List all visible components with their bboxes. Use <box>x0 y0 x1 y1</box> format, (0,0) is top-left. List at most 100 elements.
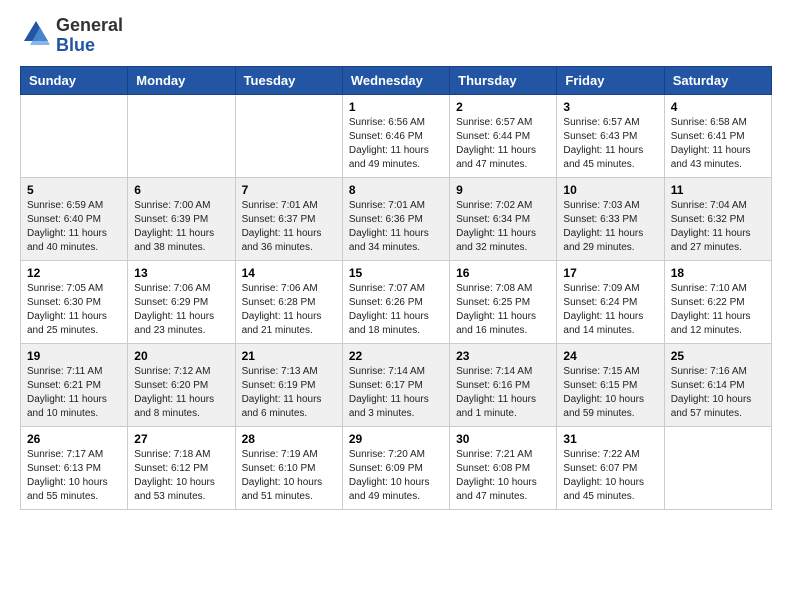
day-number: 14 <box>242 266 336 280</box>
calendar-day-cell: 23 Sunrise: 7:14 AM Sunset: 6:16 PM Dayli… <box>450 343 557 426</box>
day-of-week-header: Friday <box>557 66 664 94</box>
day-number: 6 <box>134 183 228 197</box>
calendar-week-row: 12 Sunrise: 7:05 AM Sunset: 6:30 PM Dayli… <box>21 260 772 343</box>
day-info: Sunrise: 7:05 AM Sunset: 6:30 PM Dayligh… <box>27 282 121 338</box>
calendar-day-cell: 25Sunrise: 7:16 AM Sunset: 6:14 PM Dayli… <box>664 343 771 426</box>
calendar-empty-cell <box>235 94 342 177</box>
day-number: 2 <box>456 100 550 114</box>
calendar-day-cell: 10 Sunrise: 7:03 AM Sunset: 6:33 PM Dayli… <box>557 177 664 260</box>
calendar-day-cell: 27 Sunrise: 7:18 AM Sunset: 6:12 PM Dayli… <box>128 426 235 509</box>
day-number: 8 <box>349 183 443 197</box>
day-info: Sunrise: 7:01 AM Sunset: 6:37 PM Dayligh… <box>242 199 336 255</box>
day-number: 26 <box>27 432 121 446</box>
day-info: Sunrise: 7:08 AM Sunset: 6:25 PM Dayligh… <box>456 282 550 338</box>
day-info: Sunrise: 6:57 AM Sunset: 6:44 PM Dayligh… <box>456 116 550 172</box>
calendar-day-cell: 15Sunrise: 7:07 AM Sunset: 6:26 PM Dayli… <box>342 260 449 343</box>
day-info: Sunrise: 7:14 AM Sunset: 6:16 PM Dayligh… <box>456 365 550 421</box>
logo-blue-text: Blue <box>56 35 95 55</box>
calendar-day-cell: 18Sunrise: 7:10 AM Sunset: 6:22 PM Dayli… <box>664 260 771 343</box>
calendar-day-cell: 21 Sunrise: 7:13 AM Sunset: 6:19 PM Dayli… <box>235 343 342 426</box>
logo-icon <box>20 17 52 49</box>
calendar-empty-cell <box>21 94 128 177</box>
day-info: Sunrise: 7:06 AM Sunset: 6:28 PM Dayligh… <box>242 282 336 338</box>
calendar-day-cell: 24Sunrise: 7:15 AM Sunset: 6:15 PM Dayli… <box>557 343 664 426</box>
day-number: 30 <box>456 432 550 446</box>
day-number: 1 <box>349 100 443 114</box>
calendar-day-cell: 7 Sunrise: 7:01 AM Sunset: 6:37 PM Daylig… <box>235 177 342 260</box>
day-info: Sunrise: 7:09 AM Sunset: 6:24 PM Dayligh… <box>563 282 657 338</box>
calendar-day-cell: 29 Sunrise: 7:20 AM Sunset: 6:09 PM Dayli… <box>342 426 449 509</box>
day-info: Sunrise: 6:58 AM Sunset: 6:41 PM Dayligh… <box>671 116 765 172</box>
day-info: Sunrise: 6:59 AM Sunset: 6:40 PM Dayligh… <box>27 199 121 255</box>
day-info: Sunrise: 7:00 AM Sunset: 6:39 PM Dayligh… <box>134 199 228 255</box>
calendar-header-row: SundayMondayTuesdayWednesdayThursdayFrid… <box>21 66 772 94</box>
day-number: 15 <box>349 266 443 280</box>
day-info: Sunrise: 7:02 AM Sunset: 6:34 PM Dayligh… <box>456 199 550 255</box>
day-number: 21 <box>242 349 336 363</box>
day-number: 22 <box>349 349 443 363</box>
day-of-week-header: Sunday <box>21 66 128 94</box>
day-number: 17 <box>563 266 657 280</box>
day-info: Sunrise: 7:18 AM Sunset: 6:12 PM Dayligh… <box>134 448 228 504</box>
calendar-day-cell: 14 Sunrise: 7:06 AM Sunset: 6:28 PM Dayli… <box>235 260 342 343</box>
day-of-week-header: Saturday <box>664 66 771 94</box>
day-number: 12 <box>27 266 121 280</box>
calendar-day-cell: 12 Sunrise: 7:05 AM Sunset: 6:30 PM Dayli… <box>21 260 128 343</box>
calendar-day-cell: 6 Sunrise: 7:00 AM Sunset: 6:39 PM Daylig… <box>128 177 235 260</box>
day-number: 31 <box>563 432 657 446</box>
day-info: Sunrise: 7:15 AM Sunset: 6:15 PM Dayligh… <box>563 365 657 421</box>
day-info: Sunrise: 7:14 AM Sunset: 6:17 PM Dayligh… <box>349 365 443 421</box>
day-of-week-header: Thursday <box>450 66 557 94</box>
day-number: 16 <box>456 266 550 280</box>
calendar-day-cell: 17 Sunrise: 7:09 AM Sunset: 6:24 PM Dayli… <box>557 260 664 343</box>
day-number: 28 <box>242 432 336 446</box>
day-number: 23 <box>456 349 550 363</box>
day-info: Sunrise: 7:10 AM Sunset: 6:22 PM Dayligh… <box>671 282 765 338</box>
calendar-day-cell: 28 Sunrise: 7:19 AM Sunset: 6:10 PM Dayli… <box>235 426 342 509</box>
day-number: 13 <box>134 266 228 280</box>
calendar-empty-cell <box>664 426 771 509</box>
calendar-day-cell: 13 Sunrise: 7:06 AM Sunset: 6:29 PM Dayli… <box>128 260 235 343</box>
day-info: Sunrise: 7:01 AM Sunset: 6:36 PM Dayligh… <box>349 199 443 255</box>
day-number: 25 <box>671 349 765 363</box>
day-number: 9 <box>456 183 550 197</box>
calendar-day-cell: 16 Sunrise: 7:08 AM Sunset: 6:25 PM Dayli… <box>450 260 557 343</box>
day-number: 29 <box>349 432 443 446</box>
logo-general-text: General <box>56 15 123 35</box>
day-info: Sunrise: 7:19 AM Sunset: 6:10 PM Dayligh… <box>242 448 336 504</box>
calendar-day-cell: 22 Sunrise: 7:14 AM Sunset: 6:17 PM Dayli… <box>342 343 449 426</box>
day-info: Sunrise: 7:22 AM Sunset: 6:07 PM Dayligh… <box>563 448 657 504</box>
calendar-day-cell: 11 Sunrise: 7:04 AM Sunset: 6:32 PM Dayli… <box>664 177 771 260</box>
day-info: Sunrise: 7:12 AM Sunset: 6:20 PM Dayligh… <box>134 365 228 421</box>
calendar-day-cell: 8 Sunrise: 7:01 AM Sunset: 6:36 PM Daylig… <box>342 177 449 260</box>
day-info: Sunrise: 7:13 AM Sunset: 6:19 PM Dayligh… <box>242 365 336 421</box>
day-info: Sunrise: 7:03 AM Sunset: 6:33 PM Dayligh… <box>563 199 657 255</box>
day-info: Sunrise: 6:57 AM Sunset: 6:43 PM Dayligh… <box>563 116 657 172</box>
calendar-day-cell: 30 Sunrise: 7:21 AM Sunset: 6:08 PM Dayli… <box>450 426 557 509</box>
day-number: 19 <box>27 349 121 363</box>
calendar-day-cell: 9 Sunrise: 7:02 AM Sunset: 6:34 PM Daylig… <box>450 177 557 260</box>
day-info: Sunrise: 7:06 AM Sunset: 6:29 PM Dayligh… <box>134 282 228 338</box>
calendar-week-row: 5 Sunrise: 6:59 AM Sunset: 6:40 PM Daylig… <box>21 177 772 260</box>
day-number: 5 <box>27 183 121 197</box>
calendar-day-cell: 20 Sunrise: 7:12 AM Sunset: 6:20 PM Dayli… <box>128 343 235 426</box>
day-number: 3 <box>563 100 657 114</box>
day-number: 11 <box>671 183 765 197</box>
calendar-day-cell: 31 Sunrise: 7:22 AM Sunset: 6:07 PM Dayli… <box>557 426 664 509</box>
logo: General Blue <box>20 16 123 56</box>
day-info: Sunrise: 6:56 AM Sunset: 6:46 PM Dayligh… <box>349 116 443 172</box>
day-info: Sunrise: 7:11 AM Sunset: 6:21 PM Dayligh… <box>27 365 121 421</box>
day-number: 10 <box>563 183 657 197</box>
day-of-week-header: Wednesday <box>342 66 449 94</box>
calendar: SundayMondayTuesdayWednesdayThursdayFrid… <box>20 66 772 510</box>
day-info: Sunrise: 7:04 AM Sunset: 6:32 PM Dayligh… <box>671 199 765 255</box>
calendar-day-cell: 2 Sunrise: 6:57 AM Sunset: 6:44 PM Daylig… <box>450 94 557 177</box>
day-number: 7 <box>242 183 336 197</box>
day-number: 27 <box>134 432 228 446</box>
calendar-day-cell: 1 Sunrise: 6:56 AM Sunset: 6:46 PM Daylig… <box>342 94 449 177</box>
day-info: Sunrise: 7:21 AM Sunset: 6:08 PM Dayligh… <box>456 448 550 504</box>
day-number: 20 <box>134 349 228 363</box>
calendar-week-row: 1 Sunrise: 6:56 AM Sunset: 6:46 PM Daylig… <box>21 94 772 177</box>
day-info: Sunrise: 7:20 AM Sunset: 6:09 PM Dayligh… <box>349 448 443 504</box>
calendar-day-cell: 19 Sunrise: 7:11 AM Sunset: 6:21 PM Dayli… <box>21 343 128 426</box>
